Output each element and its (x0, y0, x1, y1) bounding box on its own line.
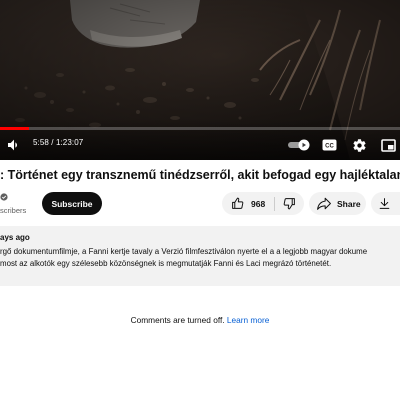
autoplay-toggle[interactable] (287, 133, 311, 157)
video-player[interactable]: 5:58 / 1:23:07 CC (0, 0, 400, 160)
player-controls: 5:58 / 1:23:07 CC (0, 133, 400, 157)
upload-date: ays ago (0, 233, 30, 242)
svg-text:CC: CC (325, 144, 334, 150)
download-button[interactable] (371, 192, 400, 215)
thumb-down-icon (283, 198, 295, 210)
like-count: 968 (251, 198, 266, 209)
comments-disabled-notice: Comments are turned off. Learn more (0, 315, 400, 325)
seek-bar[interactable] (0, 127, 400, 130)
learn-more-link[interactable]: Learn more (227, 315, 269, 325)
volume-icon (8, 139, 17, 151)
subscribe-button[interactable]: Subscribe (42, 192, 102, 215)
seek-bar-played (0, 127, 29, 130)
description-box[interactable]: ays ago rgő dokumentumfilmje, a Fanni ke… (0, 226, 400, 286)
download-icon (379, 198, 390, 209)
volume-button[interactable] (6, 133, 22, 157)
time-display: 5:58 / 1:23:07 (33, 138, 84, 147)
video-title: : Történet egy transznemű tinédzserről, … (0, 168, 400, 182)
dislike-button[interactable] (275, 192, 304, 215)
thumb-up-icon (232, 197, 244, 209)
captions-icon: CC (322, 139, 337, 151)
miniplayer-button[interactable] (381, 133, 396, 157)
like-button[interactable]: 968 (222, 192, 274, 215)
captions-button[interactable]: CC (322, 133, 337, 157)
comments-status: Comments are turned off. (130, 315, 225, 325)
share-icon (317, 197, 331, 210)
autoplay-toggle-icon (288, 139, 310, 151)
settings-icon (353, 138, 366, 152)
settings-button[interactable] (352, 133, 367, 157)
share-label: Share (337, 198, 361, 209)
description-line: most az alkotók egy szélesebb közönségne… (0, 259, 332, 268)
subscriber-count: scribers (0, 206, 27, 215)
like-dislike-group: 968 (222, 192, 304, 215)
verified-icon (0, 193, 8, 201)
description-line: rgő dokumentumfilmje, a Fanni kertje tav… (0, 247, 368, 256)
miniplayer-icon (381, 138, 396, 152)
share-button[interactable]: Share (309, 192, 366, 215)
